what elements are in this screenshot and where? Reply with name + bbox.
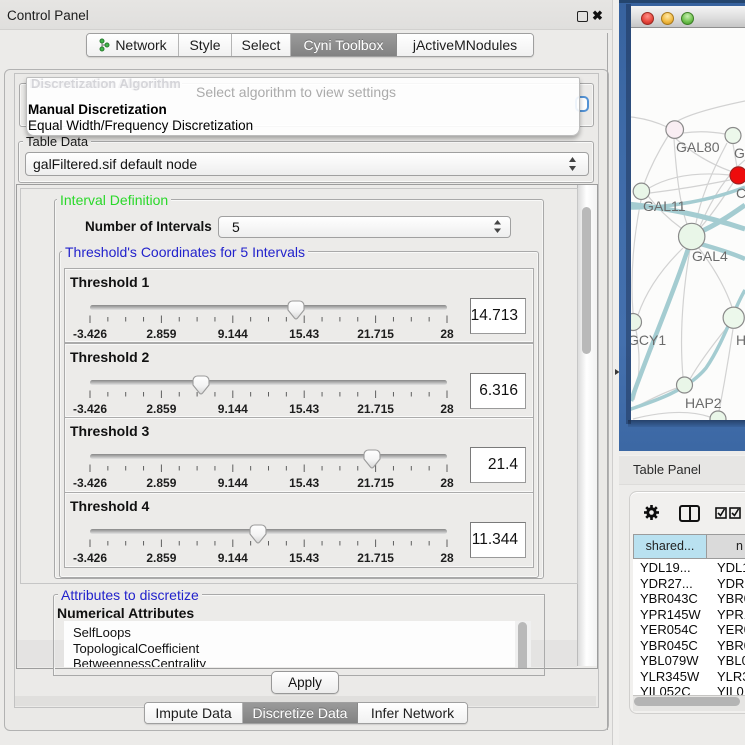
- svg-text:HAP2: HAP2: [685, 395, 722, 411]
- svg-text:GA: GA: [734, 145, 745, 161]
- svg-text:H: H: [736, 332, 745, 348]
- svg-text:GAL80: GAL80: [676, 139, 720, 155]
- svg-text:GAL11: GAL11: [643, 198, 686, 214]
- svg-text:GCY1: GCY1: [631, 332, 666, 348]
- svg-text:C: C: [736, 185, 745, 201]
- svg-text:GAL4: GAL4: [692, 248, 728, 264]
